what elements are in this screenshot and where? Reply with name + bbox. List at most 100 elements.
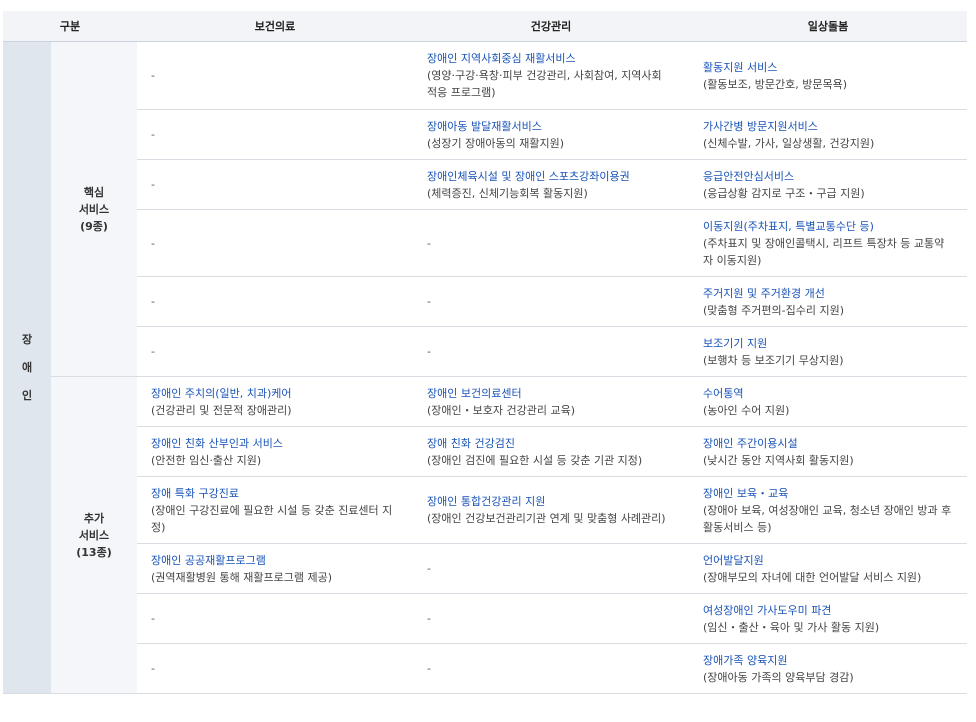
service-table-container: 구분 보건의료 건강관리 일상돌봄 장 애 인 핵심서비스 (9종) - 장애인 지역사회중… (3, 11, 973, 694)
service-title: 장애인 친화 산부인과 서비스 (151, 436, 283, 450)
empty-dash: - (427, 345, 431, 358)
table-row: - 장애아동 발달재활서비스 (성장기 장애아동의 재활지원) 가사간병 방문지원서비… (3, 109, 967, 160)
category-cell: 장애인 (3, 41, 51, 694)
table-row: - - 장애가족 양육지원 (장애아동 가족의 양육부담 경감) (3, 643, 967, 694)
care-cell: - (413, 543, 689, 594)
category-char: 장 (21, 332, 33, 346)
health-cell: - (137, 41, 413, 110)
daily-cell: 여성장애인 가사도우미 파견 (임신・출산・육아 및 가사 활동 지원) (689, 593, 967, 644)
health-cell: - (137, 643, 413, 694)
daily-cell: 장애가족 양육지원 (장애아동 가족의 양육부담 경감) (689, 643, 967, 694)
table-row: - - 이동지원(주차표지, 특별교통수단 등) (주차표지 및 장애인콜택시, 리프… (3, 209, 967, 277)
service-title: 장애인 보육・교육 (703, 486, 789, 500)
service-description: (주차표지 및 장애인콜택시, 리프트 특장차 등 교통약자 이동지원) (703, 236, 945, 267)
care-cell: 장애인체육시설 및 장애인 스포츠강좌이용권 (체력증진, 신체기능회복 활동지원… (413, 159, 689, 210)
category-char: 애 (21, 360, 33, 374)
service-description: (농아인 수어 지원) (703, 403, 790, 417)
health-cell: - (137, 159, 413, 210)
service-description: (낮시간 동안 지역사회 활동지원) (703, 453, 854, 467)
service-title: 장애 특화 구강진료 (151, 486, 239, 500)
header-daily: 일상돌봄 (689, 11, 967, 42)
empty-dash: - (151, 345, 155, 358)
health-cell: 장애 특화 구강진료 (장애인 구강진료에 필요한 시설 등 갖춘 진료센터 지정… (137, 476, 413, 544)
health-cell: - (137, 276, 413, 327)
empty-dash: - (151, 236, 155, 250)
care-cell: 장애아동 발달재활서비스 (성장기 장애아동의 재활지원) (413, 109, 689, 160)
service-title: 장애인 공공재활프로그램 (151, 553, 266, 567)
service-description: (장애인 건강보건관리기관 연계 및 맞춤형 사례관리) (427, 512, 666, 525)
service-title: 주거지원 및 주거환경 개선 (703, 286, 825, 300)
service-description: (장애아 보육, 여성장애인 교육, 청소년 장애인 방과 후 활동서비스 등) (703, 503, 952, 534)
service-title: 장애인 보건의료센터 (427, 386, 522, 400)
table-row: 추가 서비스 (13종) 장애인 주치의(일반, 치과)케어 (건강관리 및 전문적 장… (3, 376, 967, 694)
disability-service-table: 구분 보건의료 건강관리 일상돌봄 장 애 인 핵심서비스 (9종) - 장애인 지역사회중… (3, 11, 967, 694)
empty-dash: - (427, 562, 431, 575)
care-cell: - (413, 276, 689, 327)
group-label: (9종) (80, 219, 108, 233)
care-cell: - (413, 643, 689, 694)
daily-cell: 가사간병 방문지원서비스 (신체수발, 가사, 일상생활, 건강지원) (689, 109, 967, 160)
empty-dash: - (151, 295, 155, 308)
service-description: (성장기 장애아동의 재활지원) (427, 136, 565, 150)
health-cell: 장애인 공공재활프로그램 (권역재활병원 통해 재활프로그램 제공) (137, 543, 413, 594)
daily-cell: 이동지원(주차표지, 특별교통수단 등) (주차표지 및 장애인콜택시, 리프트 … (689, 209, 967, 277)
daily-cell: 주거지원 및 주거환경 개선 (맞춤형 주거편의-집수리 지원) (689, 276, 967, 327)
service-description: (활동보조, 방문간호, 방문목욕) (703, 77, 848, 91)
empty-dash: - (151, 662, 155, 675)
daily-cell: 활동지원 서비스 (활동보조, 방문간호, 방문목욕) (689, 41, 967, 110)
service-description: (응급상황 감지로 구조・구급 지원) (703, 186, 865, 200)
service-title: 이동지원(주차표지, 특별교통수단 등) (703, 219, 874, 233)
empty-dash: - (427, 236, 431, 250)
group-label: 핵심 (83, 185, 105, 199)
empty-dash: - (427, 612, 431, 625)
empty-dash: - (151, 69, 155, 82)
health-cell: - (137, 593, 413, 644)
table-header-row: 구분 보건의료 건강관리 일상돌봄 (3, 11, 967, 42)
service-description: (장애인 구강진료에 필요한 시설 등 갖춘 진료센터 지정) (151, 503, 393, 534)
daily-cell: 장애인 주간이용시설 (낮시간 동안 지역사회 활동지원) (689, 426, 967, 477)
table-row: 장애인 공공재활프로그램 (권역재활병원 통해 재활프로그램 제공) - 언어발달지원… (3, 543, 967, 594)
group-cell-extra: 추가 서비스 (13종) (51, 376, 137, 694)
service-description: (건강관리 및 전문적 장애관리) (151, 403, 292, 417)
health-cell: - (137, 109, 413, 160)
group-label: 서비스 (78, 528, 110, 542)
service-description: (맞춤형 주거편의-집수리 지원) (703, 303, 844, 317)
service-title: 수어통역 (703, 386, 744, 400)
empty-dash: - (151, 128, 155, 141)
empty-dash: - (427, 295, 431, 308)
table-row: 장애 특화 구강진료 (장애인 구강진료에 필요한 시설 등 갖춘 진료센터 지정… (3, 476, 967, 544)
service-title: 장애 친화 건강검진 (427, 436, 515, 450)
category-char: 인 (21, 388, 33, 402)
table-row: 장 애 인 핵심서비스 (9종) - 장애인 지역사회중심 재활서비스 (영양·구강·욕창·피… (3, 41, 967, 694)
group-label: 추가 (83, 511, 105, 525)
service-title: 여성장애인 가사도우미 파견 (703, 603, 832, 617)
care-cell: - (413, 209, 689, 277)
service-description: (권역재활병원 통해 재활프로그램 제공) (151, 570, 332, 584)
table-row: 장애인 친화 산부인과 서비스 (안전한 임신·출산 지원) 장애 친화 건강검진 (… (3, 426, 967, 477)
care-cell: 장애인 보건의료센터 (장애인・보호자 건강관리 교육) (413, 376, 689, 427)
service-description: (보행차 등 보조기기 무상지원) (703, 353, 844, 367)
group-cell-core: 핵심서비스 (9종) (51, 41, 137, 377)
empty-dash: - (151, 178, 155, 191)
service-title: 장애인 통합건강관리 지원 (427, 495, 546, 508)
service-description: (영양·구강·욕창·피부 건강관리, 사회참여, 지역사회 적응 프로그램) (427, 69, 662, 99)
care-cell: 장애 친화 건강검진 (장애인 검진에 필요한 시설 등 갖춘 기관 지정) (413, 426, 689, 477)
table-row: - 장애인체육시설 및 장애인 스포츠강좌이용권 (체력증진, 신체기능회복 활동지… (3, 159, 967, 210)
health-cell: 장애인 친화 산부인과 서비스 (안전한 임신·출산 지원) (137, 426, 413, 477)
service-title: 장애인 주간이용시설 (703, 436, 798, 450)
service-description: (신체수발, 가사, 일상생활, 건강지원) (703, 136, 875, 150)
daily-cell: 언어발달지원 (장애부모의 자녀에 대한 언어발달 서비스 지원) (689, 543, 967, 594)
service-title: 보조기기 지원 (703, 336, 768, 350)
care-cell: 장애인 지역사회중심 재활서비스 (영양·구강·욕창·피부 건강관리, 사회참여,… (413, 41, 689, 110)
group-label: 서비스 (78, 202, 110, 216)
service-title: 장애가족 양육지원 (703, 653, 788, 667)
service-title: 언어발달지원 (703, 553, 764, 567)
care-cell: - (413, 593, 689, 644)
service-title: 장애인체육시설 및 장애인 스포츠강좌이용권 (427, 169, 630, 183)
service-title: 가사간병 방문지원서비스 (703, 119, 818, 133)
table-row: - - 여성장애인 가사도우미 파견 (임신・출산・육아 및 가사 활동 지원) (3, 593, 967, 644)
care-cell: - (413, 326, 689, 377)
service-title: 응급안전안심서비스 (703, 169, 795, 183)
care-cell: 장애인 통합건강관리 지원 (장애인 건강보건관리기관 연계 및 맞춤형 사례관리… (413, 476, 689, 544)
service-description: (임신・출산・육아 및 가사 활동 지원) (703, 620, 880, 634)
